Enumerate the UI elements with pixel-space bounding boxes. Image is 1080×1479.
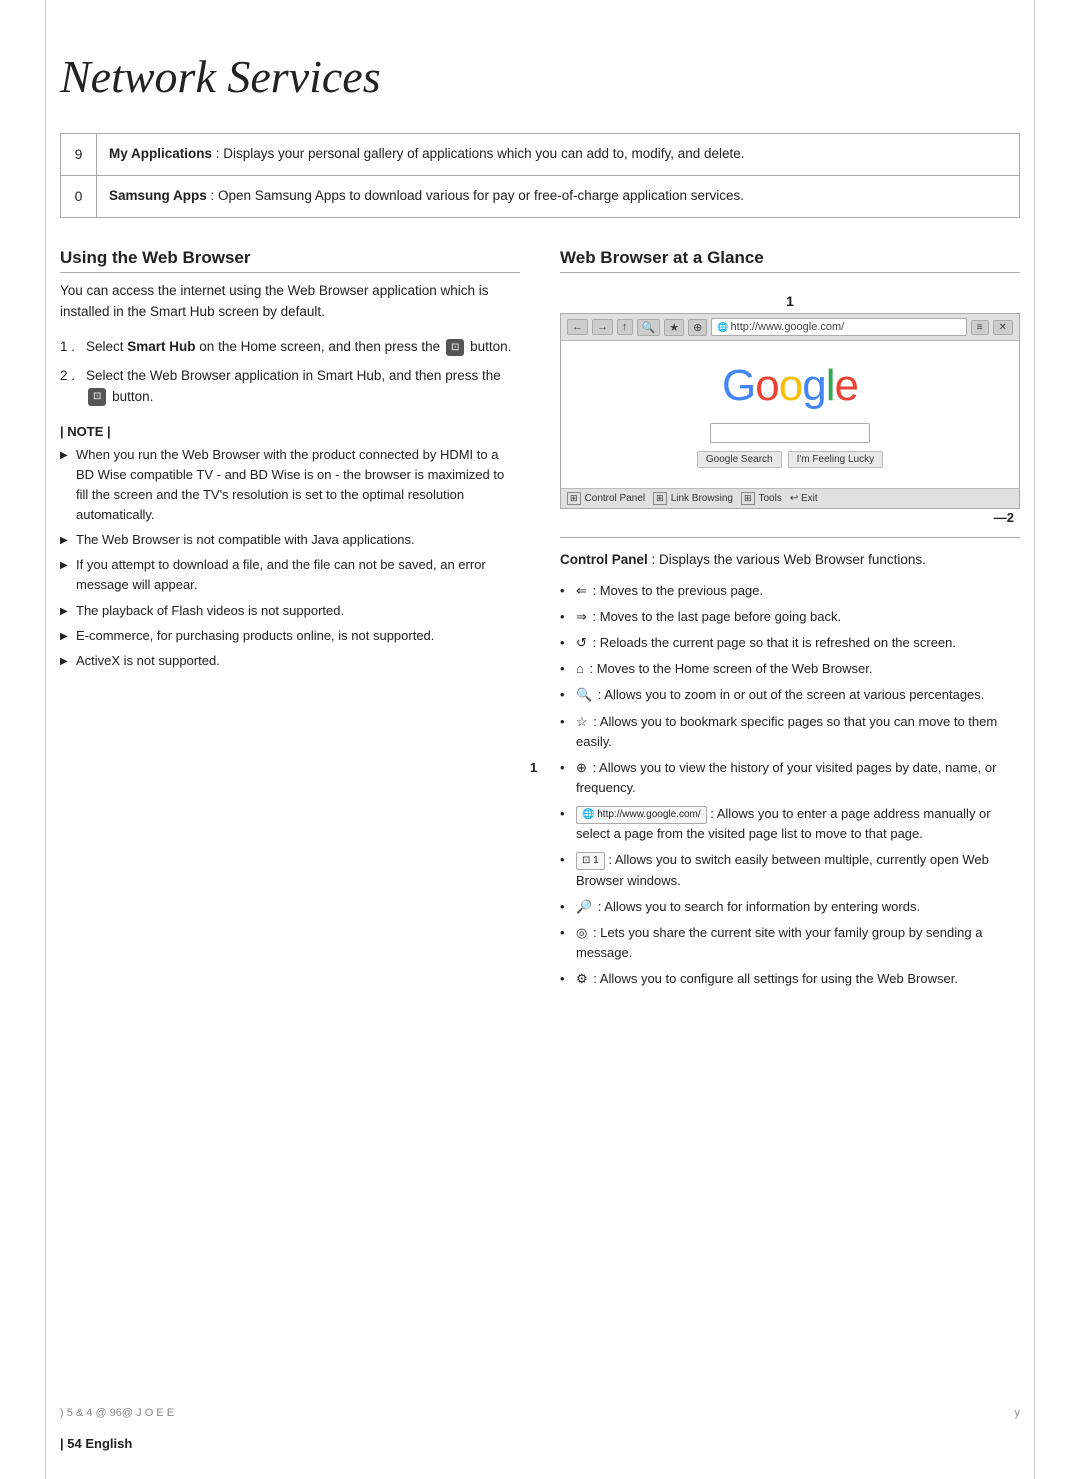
bullet-url: 🌐 http://www.google.com/ : Allows you to… bbox=[560, 804, 1020, 844]
table-row-label: My Applications bbox=[109, 146, 212, 161]
google-buttons: Google Search I'm Feeling Lucky bbox=[697, 451, 883, 468]
browser-toolbar: ← → ↑ 🔍 ★ ⊕ 🌐http://www.google.com/ ≡ ✕ bbox=[561, 314, 1019, 341]
control-panel-status[interactable]: ⊞ Control Panel bbox=[567, 492, 645, 505]
back-button[interactable]: ← bbox=[567, 319, 588, 335]
note-item: The playback of Flash videos is not supp… bbox=[60, 601, 520, 621]
control-panel-bullets: ⇐ : Moves to the previous page. ⇒ : Move… bbox=[560, 581, 1020, 989]
control-panel-suffix: : Displays the various Web Browser funct… bbox=[648, 552, 926, 567]
callout-2: —2 bbox=[994, 510, 1014, 525]
step-1-number: 1 . bbox=[60, 337, 78, 358]
control-panel-description: Control Panel : Displays the various Web… bbox=[560, 550, 1020, 571]
step-2-number: 2 . bbox=[60, 366, 78, 387]
bullet-settings: ⚙ : Allows you to configure all settings… bbox=[560, 969, 1020, 989]
forward-button[interactable]: → bbox=[592, 319, 613, 335]
footer-page-indicator: | 54 English bbox=[60, 1436, 132, 1451]
bullet-share: ◎ : Lets you share the current site with… bbox=[560, 923, 1020, 963]
note-item: E-commerce, for purchasing products onli… bbox=[60, 626, 520, 646]
zoom-button[interactable]: 🔍 bbox=[637, 319, 661, 336]
browser-wrapper: 1 ← → ↑ 🔍 ★ ⊕ 🌐http://www.google.com/ ≡ bbox=[560, 293, 1020, 509]
step-1: 1 . Select Smart Hub on the Home screen,… bbox=[60, 337, 520, 358]
bullet-tabs: ⊡ 1 : Allows you to switch easily betwee… bbox=[560, 850, 1020, 890]
bullet-zoom: 🔍 : Allows you to zoom in or out of the … bbox=[560, 685, 1020, 705]
footer-page-right: y bbox=[1015, 1407, 1021, 1419]
link-browsing-status[interactable]: ⊞ Link Browsing bbox=[653, 492, 733, 505]
web-browser-glance-heading: Web Browser at a Glance bbox=[560, 248, 1020, 273]
smart-hub-icon: ⊡ bbox=[446, 339, 464, 357]
bullet-forward: ⇒ : Moves to the last page before going … bbox=[560, 607, 1020, 627]
google-search-button[interactable]: Google Search bbox=[697, 451, 782, 468]
home-button[interactable]: ↑ bbox=[617, 319, 633, 335]
page-footer: | 54 English bbox=[60, 1436, 1020, 1451]
note-item: When you run the Web Browser with the pr… bbox=[60, 445, 520, 526]
google-search-bar[interactable] bbox=[710, 423, 870, 443]
table-row: 9 My Applications : Displays your person… bbox=[61, 134, 1020, 176]
history-button[interactable]: ⊕ bbox=[688, 319, 707, 336]
bullet-search: 🔎 : Allows you to search for information… bbox=[560, 897, 1020, 917]
feeling-lucky-button[interactable]: I'm Feeling Lucky bbox=[788, 451, 884, 468]
bullet-back: ⇐ : Moves to the previous page. bbox=[560, 581, 1020, 601]
table-row-number: 0 bbox=[61, 176, 97, 218]
url-bar[interactable]: 🌐http://www.google.com/ bbox=[711, 318, 966, 336]
menu-button[interactable]: ≡ bbox=[971, 320, 989, 335]
bottom-footer-line: ) 5 & 4 @ 96@ J O E E y bbox=[60, 1407, 1020, 1419]
step-2: 2 . Select the Web Browser application i… bbox=[60, 366, 520, 408]
page-title: Network Services bbox=[60, 50, 1020, 103]
tools-status[interactable]: ⊞ Tools bbox=[741, 492, 782, 505]
table-row: 0 Samsung Apps : Open Samsung Apps to do… bbox=[61, 176, 1020, 218]
tab-badge: ⊡ 1 bbox=[576, 852, 605, 870]
note-box: | NOTE | When you run the Web Browser wi… bbox=[60, 424, 520, 671]
bookmark-button[interactable]: ★ bbox=[664, 319, 684, 336]
bullet-reload: ↺ : Reloads the current page so that it … bbox=[560, 633, 1020, 653]
note-items: When you run the Web Browser with the pr… bbox=[60, 445, 520, 671]
table-row-number: 9 bbox=[61, 134, 97, 176]
step-1-text: Select Smart Hub on the Home screen, and… bbox=[86, 337, 511, 358]
table-row-text: : Open Samsung Apps to download various … bbox=[207, 188, 744, 203]
control-panel-section: Control Panel : Displays the various Web… bbox=[560, 537, 1020, 989]
note-item: The Web Browser is not compatible with J… bbox=[60, 530, 520, 550]
browser-content: Google Google Search I'm Feeling Lucky bbox=[561, 341, 1019, 488]
url-badge: 🌐 http://www.google.com/ bbox=[576, 806, 707, 824]
step-2-text: Select the Web Browser application in Sm… bbox=[86, 366, 520, 408]
bullet-home: ⌂ : Moves to the Home screen of the Web … bbox=[560, 659, 1020, 679]
using-web-browser-intro: You can access the internet using the We… bbox=[60, 281, 520, 323]
browser-statusbar: ⊞ Control Panel ⊞ Link Browsing ⊞ Tools … bbox=[561, 488, 1019, 508]
note-item: ActiveX is not supported. bbox=[60, 651, 520, 671]
control-panel-label: Control Panel bbox=[560, 552, 648, 567]
google-logo: Google bbox=[722, 361, 858, 411]
web-browser-icon: ⊡ bbox=[88, 388, 106, 406]
table-row-content: Samsung Apps : Open Samsung Apps to down… bbox=[97, 176, 1020, 218]
footer-code: ) 5 & 4 @ 96@ J O E E bbox=[60, 1407, 174, 1419]
using-web-browser-heading: Using the Web Browser bbox=[60, 248, 520, 273]
callout-1: 1 bbox=[560, 293, 1020, 309]
info-table: 9 My Applications : Displays your person… bbox=[60, 133, 1020, 218]
note-label: | NOTE | bbox=[60, 424, 520, 439]
bullet-history: 1 ⊕ : Allows you to view the history of … bbox=[560, 758, 1020, 798]
exit-status[interactable]: ↩ Exit bbox=[790, 493, 818, 504]
table-row-label: Samsung Apps bbox=[109, 188, 207, 203]
table-row-text: : Displays your personal gallery of appl… bbox=[212, 146, 745, 161]
close-button[interactable]: ✕ bbox=[993, 320, 1013, 335]
steps-list: 1 . Select Smart Hub on the Home screen,… bbox=[60, 337, 520, 408]
browser-screenshot: ← → ↑ 🔍 ★ ⊕ 🌐http://www.google.com/ ≡ ✕ bbox=[560, 313, 1020, 509]
bullet-bookmark: ☆ : Allows you to bookmark specific page… bbox=[560, 712, 1020, 752]
note-item: If you attempt to download a file, and t… bbox=[60, 555, 520, 595]
table-row-content: My Applications : Displays your personal… bbox=[97, 134, 1020, 176]
